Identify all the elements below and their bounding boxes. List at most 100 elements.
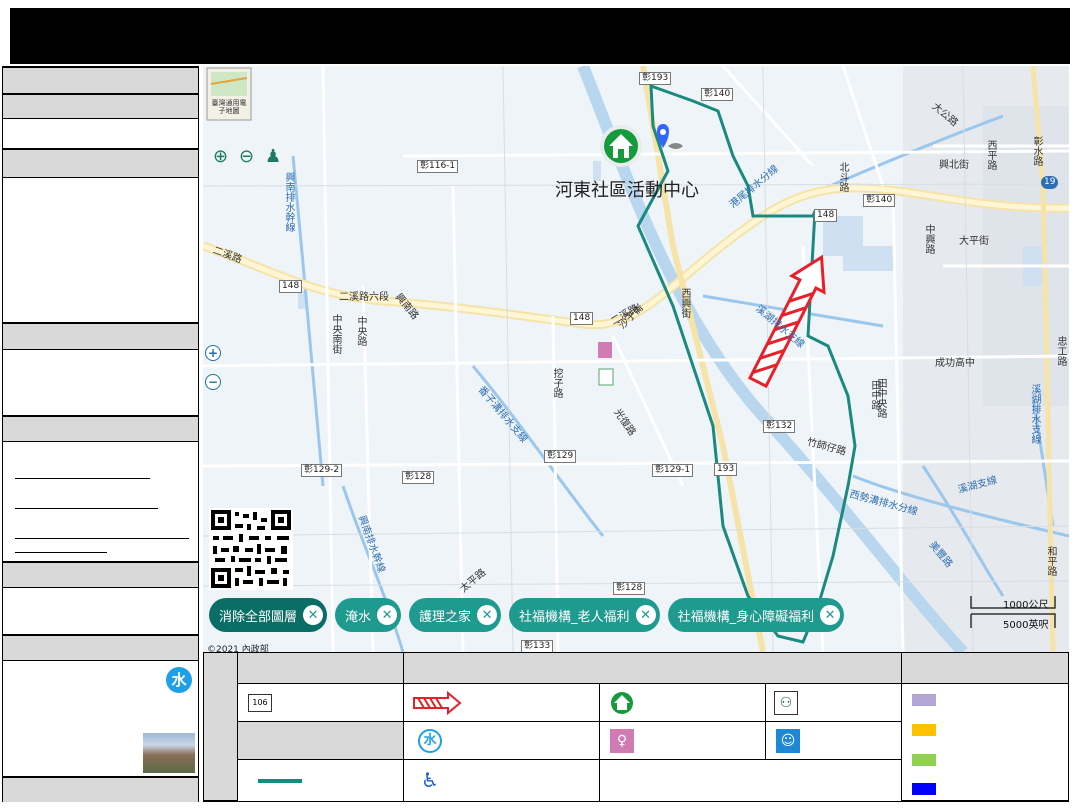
left-header-1: [3, 67, 198, 94]
route-shield: 彰140: [863, 194, 896, 207]
left-field-1: [3, 119, 198, 149]
left-field-2: [3, 178, 198, 323]
road-label: 二溪路六段: [339, 292, 389, 303]
flood-water-icon: 水: [418, 729, 442, 753]
legend-cell: [600, 684, 766, 722]
legend-cell: [404, 684, 600, 722]
road-label: 大平街: [959, 236, 989, 247]
left-field-6: 水: [3, 661, 198, 777]
chip-label: 淹水: [345, 609, 372, 625]
close-icon[interactable]: ✕: [477, 605, 498, 625]
scale-label-feet: 5000英呎: [1003, 620, 1049, 631]
women-welfare-icon: ♀: [610, 729, 634, 753]
site-label: 河東社區活動中心: [555, 180, 699, 201]
waterway-label: 興南排水幹線: [283, 172, 294, 232]
legend-cell: [238, 722, 404, 760]
left-field-5: [3, 588, 198, 635]
zoom-out-icon[interactable]: ⊖: [239, 146, 254, 167]
flood-layer-chip[interactable]: 淹水 ✕: [335, 598, 402, 632]
legend-header-3: [902, 653, 1068, 684]
legend-cell: ♿: [404, 760, 600, 801]
basemap-switch-button[interactable]: 臺灣通用電子地圖: [211, 99, 247, 115]
route-shield: 彰129-1: [652, 464, 694, 477]
copyright: ©2021 內政部: [207, 645, 269, 652]
map-view[interactable]: 臺灣通用電子地圖 ⊕ ⊖ ♟ + − 河東社區活動中心 彰193 彰140 彰1…: [203, 66, 1069, 652]
streetview-person-icon[interactable]: ♟: [265, 146, 281, 167]
flood-water-icon: 水: [166, 667, 192, 693]
road-label: 成功高中: [935, 358, 975, 369]
evacuation-arrow-icon: [747, 254, 826, 389]
left-panel: 水: [2, 66, 199, 802]
route-shield: 148: [570, 312, 594, 325]
road-label: 和平路: [1045, 546, 1056, 576]
title-bar: [10, 8, 1070, 64]
route-shield: 彰129: [544, 450, 577, 463]
map-zoom-minus-icon[interactable]: −: [205, 374, 221, 390]
route-shield-icon: 106: [248, 694, 272, 712]
route-shield: 19: [1041, 176, 1059, 189]
blank-line-3: [15, 538, 189, 539]
legend-side-header: [204, 653, 238, 801]
accessible-icon: ♿: [421, 768, 439, 792]
chip-label: 護理之家: [419, 609, 472, 625]
zoom-in-icon[interactable]: ⊕: [213, 146, 228, 167]
left-field-4: [3, 442, 198, 562]
disability-welfare-layer-chip[interactable]: 社福機構_身心障礙福利 ✕: [667, 598, 845, 632]
close-icon[interactable]: ✕: [377, 605, 398, 625]
building-photo: [143, 733, 195, 773]
boundary-line-icon: [258, 779, 302, 783]
legend-header-2: [404, 653, 902, 684]
close-icon[interactable]: ✕: [635, 605, 656, 625]
route-shield: 彰116-1: [417, 160, 459, 173]
close-icon[interactable]: ✕: [820, 605, 841, 625]
route-shield: 193: [714, 463, 738, 476]
legend-cell: ♀: [600, 722, 766, 760]
blue-swatch: [912, 783, 936, 795]
left-header-6: [3, 562, 198, 588]
layer-chip-bar: 消除全部圖層 ✕ 淹水 ✕ 護理之家 ✕ 社福機構_老人福利 ✕ 社福機構_身心障礙福利…: [209, 598, 845, 632]
shelter-house-icon: [611, 692, 633, 714]
chip-label: 消除全部圖層: [219, 609, 298, 625]
route-shield: 彰133: [521, 640, 554, 652]
road-label: 中央路: [355, 316, 366, 346]
route-shield: 彰128: [613, 582, 646, 595]
childcare-icon: ⚇: [774, 691, 798, 715]
road-label: 忠工路: [1055, 336, 1066, 366]
legend-cell: 106: [238, 684, 404, 722]
nursing-home-layer-chip[interactable]: 護理之家 ✕: [409, 598, 502, 632]
legend-cell: 水: [404, 722, 600, 760]
left-header-8: [3, 777, 198, 802]
route-shield: 彰193: [639, 72, 672, 85]
elderly-welfare-layer-chip[interactable]: 社福機構_老人福利 ✕: [509, 598, 660, 632]
route-shield: 148: [814, 209, 838, 222]
legend-color-cell: [902, 684, 1068, 801]
clear-all-layers-chip[interactable]: 消除全部圖層 ✕: [209, 598, 328, 632]
road-label: 西興街: [679, 288, 690, 318]
left-header-4: [3, 323, 198, 350]
blank-line-1: [15, 478, 150, 479]
legend-table: 106 ⚇ 水 ♀ ☺ ♿: [203, 652, 1069, 802]
map-zoom-plus-icon[interactable]: +: [205, 345, 221, 361]
orange-swatch: [912, 724, 936, 736]
legend-header-1: [238, 653, 404, 684]
road-label: 中興路: [923, 224, 934, 254]
legend-cell: ☺: [766, 722, 902, 760]
road-label: 興北街: [939, 160, 969, 171]
route-shield: 148: [279, 280, 303, 293]
road-label: 北斗路: [837, 162, 848, 192]
route-shield: 彰129-2: [301, 464, 343, 477]
route-shield: 彰128: [402, 471, 435, 484]
lavender-swatch: [912, 694, 936, 706]
blank-line-4: [15, 552, 107, 553]
green-swatch: [912, 754, 936, 766]
route-shield: 彰140: [701, 88, 734, 101]
evacuation-arrow-icon: [413, 691, 462, 715]
left-header-5: [3, 416, 198, 442]
close-icon[interactable]: ✕: [303, 605, 324, 625]
road-label: 中央南街: [330, 314, 341, 354]
road-label: 挖子路: [551, 368, 562, 398]
road-label: 田中路: [869, 380, 880, 410]
legend-cell: ⚇: [766, 684, 902, 722]
scale-label-meters: 1000公尺: [1003, 600, 1049, 611]
chip-label: 社福機構_老人福利: [519, 609, 630, 625]
